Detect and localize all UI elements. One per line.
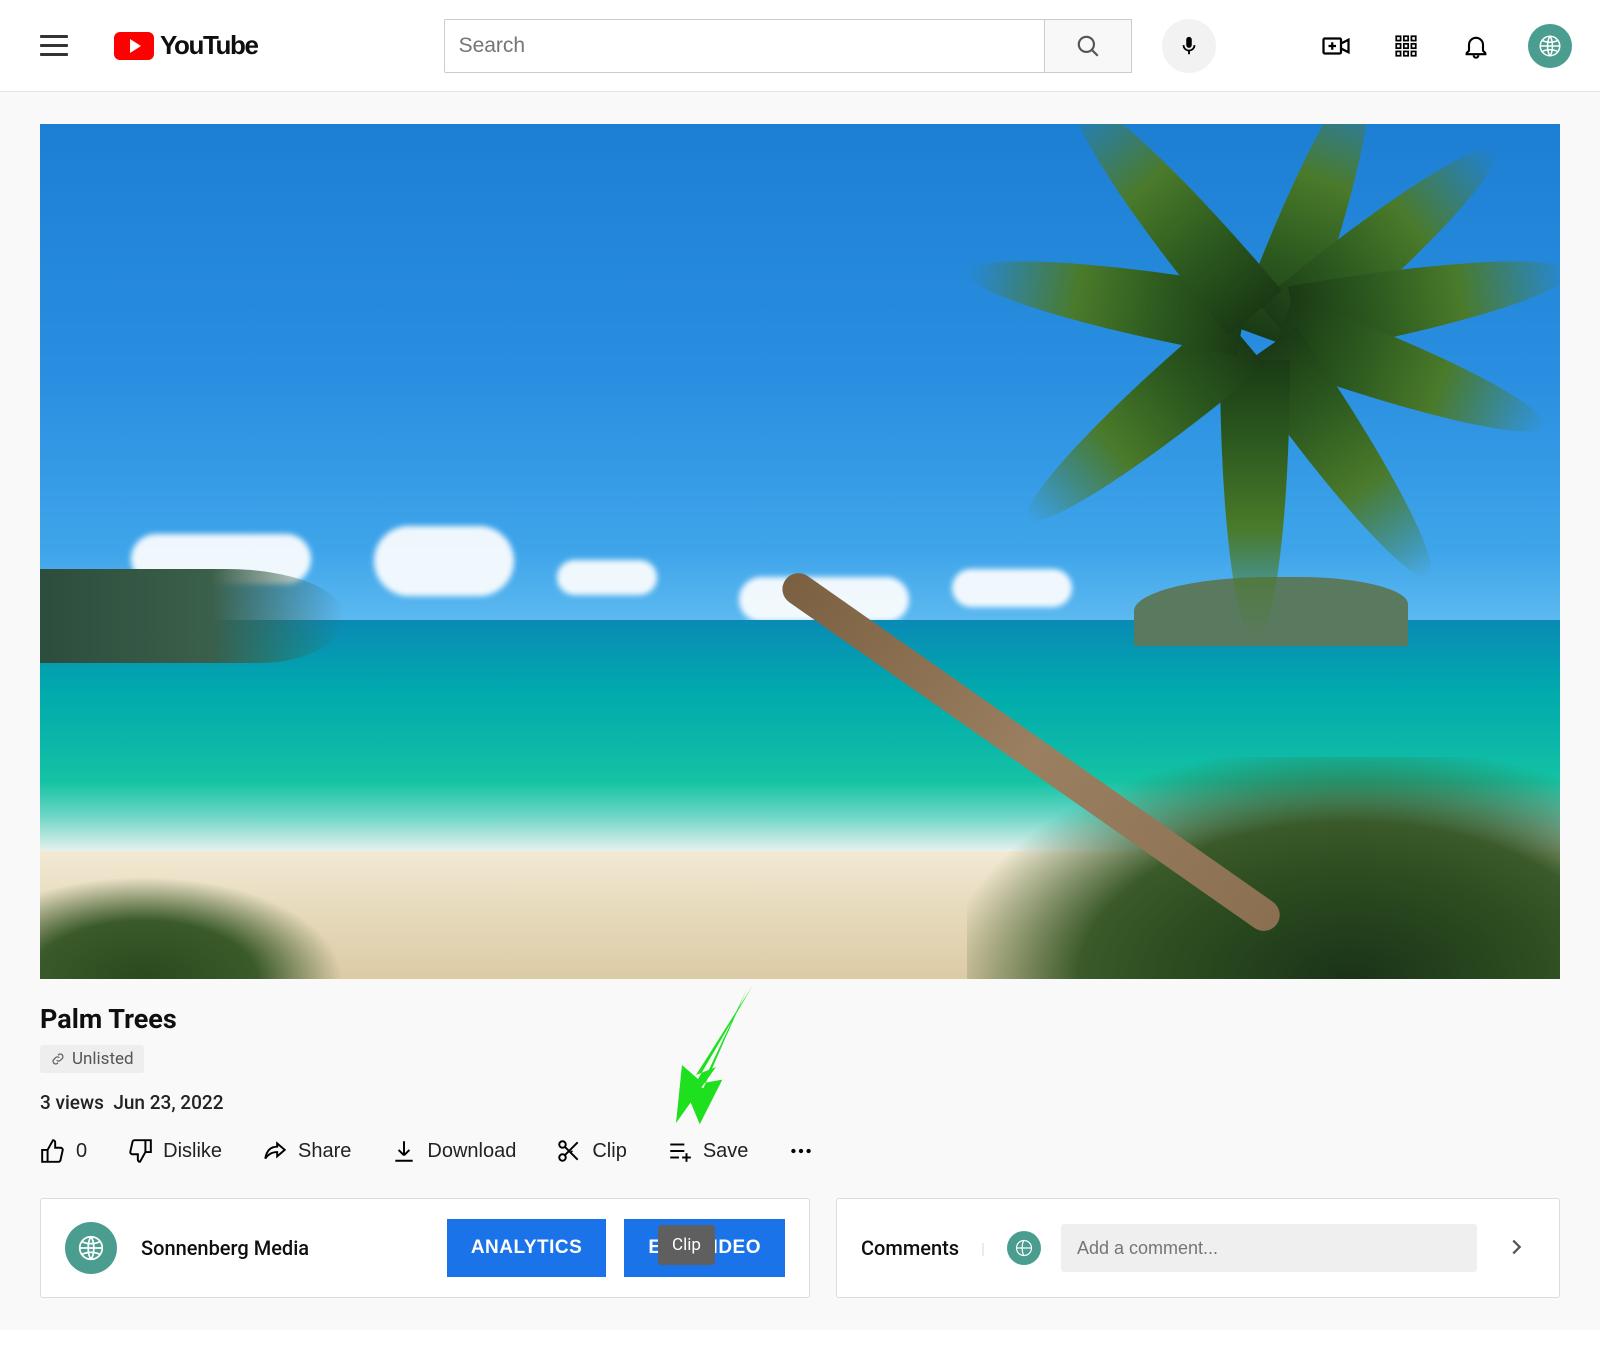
upload-date: Jun 23, 2022 <box>113 1091 223 1114</box>
view-count: 3 views <box>40 1091 104 1114</box>
header: YouTube <box>0 0 1600 92</box>
video-player[interactable] <box>40 124 1560 979</box>
notifications-button[interactable] <box>1458 28 1494 64</box>
content-area: Palm Trees Unlisted 3 views Jun 23, 2022… <box>0 92 1600 1330</box>
save-button[interactable]: Save <box>667 1138 749 1164</box>
commenter-avatar[interactable] <box>1007 1231 1041 1265</box>
logo-text: YouTube <box>160 30 258 61</box>
video-stats: 3 views Jun 23, 2022 <box>40 1091 1560 1114</box>
expand-comments-button[interactable] <box>1497 1228 1535 1269</box>
clip-label: Clip <box>592 1140 626 1163</box>
hamburger-menu-button[interactable] <box>28 32 80 59</box>
comment-input[interactable] <box>1061 1224 1477 1272</box>
avatar-pattern-icon <box>1537 33 1563 59</box>
link-icon <box>50 1051 66 1067</box>
scissors-icon <box>556 1138 582 1164</box>
chevron-right-icon <box>1505 1236 1527 1258</box>
playlist-add-icon <box>667 1138 693 1164</box>
create-button[interactable] <box>1318 28 1354 64</box>
apps-button[interactable] <box>1388 28 1424 64</box>
video-title: Palm Trees <box>40 1003 1560 1035</box>
share-icon <box>262 1138 288 1164</box>
privacy-label: Unlisted <box>72 1049 134 1069</box>
search-button[interactable] <box>1044 19 1132 73</box>
microphone-icon <box>1178 35 1200 57</box>
apps-grid-icon <box>1393 33 1419 59</box>
thumbs-down-icon <box>127 1138 153 1164</box>
comments-card: Comments | <box>836 1198 1560 1298</box>
analytics-button[interactable]: ANALYTICS <box>447 1219 606 1277</box>
video-metadata: Palm Trees Unlisted 3 views Jun 23, 2022… <box>40 1003 1560 1164</box>
avatar-pattern-icon <box>76 1233 106 1263</box>
download-button[interactable]: Download <box>391 1138 516 1164</box>
account-avatar[interactable] <box>1528 24 1572 68</box>
dislike-label: Dislike <box>163 1140 222 1163</box>
bell-icon <box>1462 32 1490 60</box>
more-horizontal-icon <box>788 1138 814 1164</box>
search-icon <box>1075 33 1101 59</box>
clip-tooltip: Clip <box>658 1225 715 1265</box>
channel-name[interactable]: Sonnenberg Media <box>141 1236 309 1260</box>
youtube-logo[interactable]: YouTube <box>114 30 258 61</box>
thumbs-up-icon <box>40 1138 66 1164</box>
save-label: Save <box>703 1140 749 1163</box>
more-actions-button[interactable] <box>788 1138 814 1164</box>
clip-button[interactable]: Clip <box>556 1138 626 1164</box>
action-bar: 0 Dislike Share Download Clip Save <box>40 1138 1560 1164</box>
search-input[interactable] <box>444 19 1044 73</box>
dislike-button[interactable]: Dislike <box>127 1138 222 1164</box>
comments-label: Comments <box>861 1236 959 1260</box>
bottom-row: Sonnenberg Media ANALYTICS EDIT VIDEO Co… <box>40 1198 1560 1298</box>
create-video-icon <box>1321 31 1351 61</box>
share-label: Share <box>298 1140 351 1163</box>
download-icon <box>391 1138 417 1164</box>
search-bar <box>444 19 1132 73</box>
voice-search-button[interactable] <box>1162 19 1216 73</box>
share-button[interactable]: Share <box>262 1138 351 1164</box>
download-label: Download <box>427 1140 516 1163</box>
avatar-pattern-icon <box>1014 1238 1034 1258</box>
like-button[interactable]: 0 <box>40 1138 87 1164</box>
privacy-badge[interactable]: Unlisted <box>40 1045 144 1073</box>
like-count: 0 <box>76 1140 87 1163</box>
channel-avatar[interactable] <box>65 1222 117 1274</box>
